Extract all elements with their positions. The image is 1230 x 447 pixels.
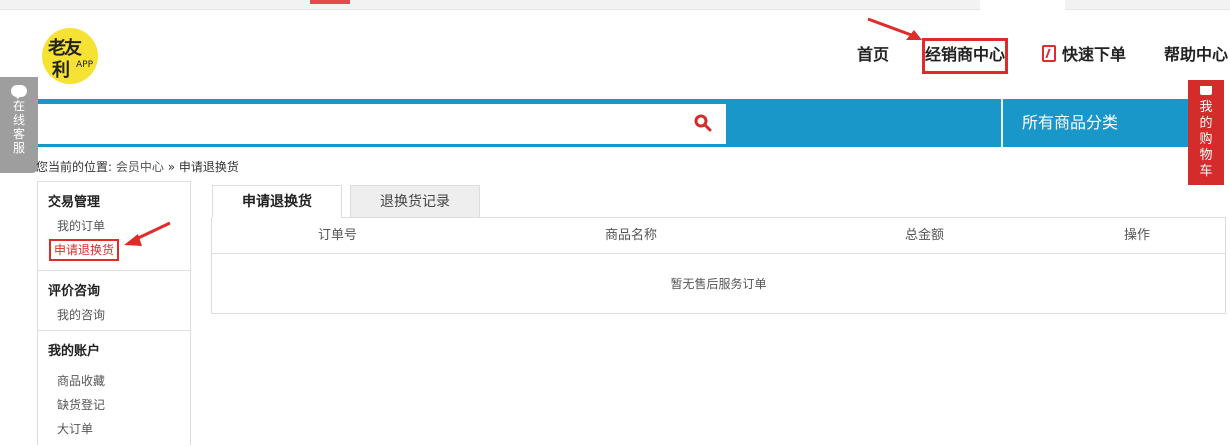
sidebar-item-label: 申请退换货 (49, 239, 120, 261)
sidebar-section-review: 评价咨询 我的咨询 (38, 271, 190, 331)
sidebar-section-account: 我的账户 商品收藏 缺货登记 大订单 (38, 331, 190, 447)
top-bar-tab (980, 0, 1065, 10)
search-icon[interactable] (694, 114, 712, 132)
nav-dealer-center[interactable]: 经销商中心 (922, 38, 1008, 74)
column-actions: 操作 (1124, 228, 1151, 243)
table-header: 订单号 商品名称 总金额 操作 (212, 218, 1225, 254)
top-bar-fragment (310, 0, 350, 4)
sidebar-section-title: 交易管理 (48, 195, 101, 210)
tab-apply-return[interactable]: 申请退换货 (212, 185, 342, 218)
all-categories-button[interactable]: 所有商品分类 (1022, 99, 1118, 147)
nav-quick-order[interactable]: 快速下单 (1042, 36, 1126, 76)
column-total-amount: 总金额 (905, 228, 945, 243)
online-service-button[interactable]: 在线客服 (0, 77, 38, 173)
empty-state-message: 暂无售后服务订单 (670, 277, 767, 291)
breadcrumb-current: 申请退换货 (178, 160, 239, 174)
annotation-arrow-icon (124, 221, 171, 246)
category-divider (1001, 99, 1003, 147)
sidebar-section-title: 评价咨询 (48, 284, 101, 299)
chat-bubble-icon (11, 85, 27, 99)
tab-return-records[interactable]: 退换货记录 (350, 185, 480, 218)
breadcrumb-member-center[interactable]: 会员中心 (116, 160, 164, 174)
my-cart-label: 我的购物车 (1199, 100, 1213, 179)
nav-help-center[interactable]: 帮助中心 (1164, 36, 1228, 76)
site-logo[interactable]: 老友 利 APP (42, 28, 98, 84)
breadcrumb-prefix: 您当前的位置: (36, 160, 113, 174)
breadcrumb-separator: » (167, 160, 176, 174)
logo-mark: APP (76, 60, 94, 70)
sidebar-item-my-inquiries[interactable]: 我的咨询 (38, 303, 190, 327)
top-bar (0, 0, 1230, 10)
column-order-number: 订单号 (318, 228, 358, 243)
my-cart-button[interactable]: 我的购物车 (1188, 80, 1224, 185)
column-product-name: 商品名称 (605, 228, 658, 243)
search-input[interactable] (38, 104, 726, 144)
logo-text-line2: 利 (52, 60, 70, 81)
lightning-icon (1042, 45, 1056, 62)
sidebar-section-title: 我的账户 (48, 344, 101, 359)
sidebar-item-favorites[interactable]: 商品收藏 (38, 369, 190, 393)
nav-quick-order-label: 快速下单 (1062, 47, 1127, 64)
annotation-arrow-icon (867, 17, 922, 40)
sidebar-item-stockout[interactable]: 缺货登记 (38, 393, 190, 417)
sidebar-item-bulk-order[interactable]: 大订单 (38, 417, 190, 441)
online-service-label: 在线客服 (12, 99, 25, 155)
return-order-table: 订单号 商品名称 总金额 操作 暂无售后服务订单 (211, 217, 1226, 314)
cart-icon (1200, 86, 1212, 95)
breadcrumb: 您当前的位置: 会员中心 » 申请退换货 (36, 158, 239, 175)
